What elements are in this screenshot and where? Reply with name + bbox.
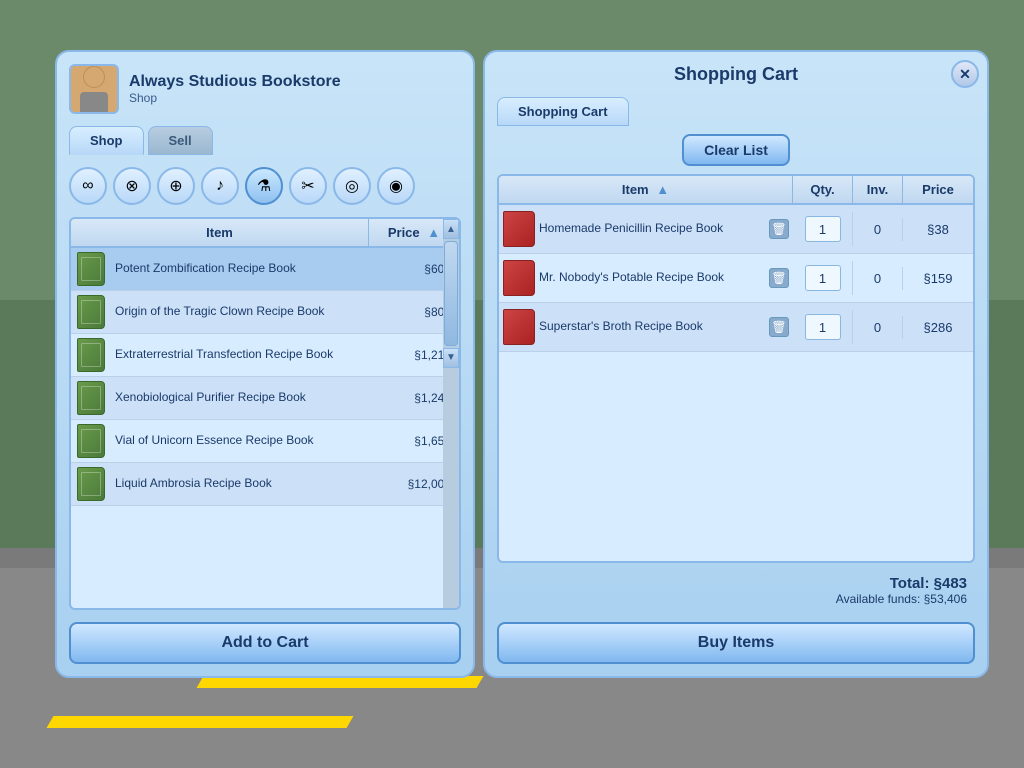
potion-icon[interactable]: ⊕: [157, 167, 195, 205]
table-row: Mr. Nobody's Potable Recipe Book 🗑 0 §15…: [499, 254, 973, 303]
cart-price-cell: §286: [903, 316, 973, 339]
cart-item-cell: Mr. Nobody's Potable Recipe Book 🗑: [499, 254, 793, 302]
tab-shop[interactable]: Shop: [69, 126, 144, 155]
cart-item-name: Superstar's Broth Recipe Book: [539, 319, 765, 335]
store-type: Shop: [129, 91, 461, 105]
book-icon: [77, 338, 105, 372]
tab-sell[interactable]: Sell: [148, 126, 213, 155]
store-header: Always Studious Bookstore Shop: [69, 64, 461, 114]
ring-icon[interactable]: ◎: [333, 167, 371, 205]
book-icon: [77, 295, 105, 329]
table-row[interactable]: Extraterrestrial Transfection Recipe Boo…: [71, 334, 459, 377]
shop-panel: Always Studious Bookstore Shop Shop Sell…: [55, 50, 475, 678]
item-name: Vial of Unicorn Essence Recipe Book: [111, 427, 369, 455]
cart-item-name: Homemade Penicillin Recipe Book: [539, 221, 765, 237]
tab-bar: Shop Sell: [69, 126, 461, 155]
total-label: Total: §483: [505, 575, 967, 592]
tool-icon[interactable]: ✂: [289, 167, 327, 205]
col-item-header: Item: [71, 219, 369, 246]
book-icon: [77, 467, 105, 501]
delete-item-button[interactable]: 🗑: [769, 219, 789, 239]
cart-header: Item ▲ Qty. Inv. Price: [499, 176, 973, 205]
book-icon: [77, 424, 105, 458]
cart-book-icon: [503, 309, 535, 345]
table-row[interactable]: Xenobiological Purifier Recipe Book §1,2…: [71, 377, 459, 420]
cart-col-price-header: Price: [903, 176, 973, 203]
tab-shopping-cart[interactable]: Shopping Cart: [497, 97, 629, 126]
delete-item-button[interactable]: 🗑: [769, 268, 789, 288]
cart-col-item-header: Item ▲: [499, 176, 793, 203]
item-name: Xenobiological Purifier Recipe Book: [111, 384, 369, 412]
item-name: Origin of the Tragic Clown Recipe Book: [111, 298, 369, 326]
store-info: Always Studious Bookstore Shop: [129, 73, 461, 105]
cart-inv-cell: 0: [853, 218, 903, 241]
table-row[interactable]: Origin of the Tragic Clown Recipe Book §…: [71, 291, 459, 334]
item-name: Extraterrestrial Transfection Recipe Boo…: [111, 341, 369, 369]
cart-col-qty-header: Qty.: [793, 176, 853, 203]
music-icon[interactable]: ♪: [201, 167, 239, 205]
connections-icon[interactable]: ⊗: [113, 167, 151, 205]
buy-items-button[interactable]: Buy Items: [497, 622, 975, 664]
item-list-body: Potent Zombification Recipe Book §607 Or…: [71, 248, 459, 506]
add-to-cart-button[interactable]: Add to Cart: [69, 622, 461, 664]
cart-qty-cell: [793, 310, 853, 344]
scrollbar[interactable]: ▲ ▼: [443, 219, 459, 608]
cart-item-cell: Homemade Penicillin Recipe Book 🗑: [499, 205, 793, 253]
cart-inv-cell: 0: [853, 267, 903, 290]
quantity-input[interactable]: [805, 314, 841, 340]
store-name: Always Studious Bookstore: [129, 73, 461, 91]
cart-item-cell: Superstar's Broth Recipe Book 🗑: [499, 303, 793, 351]
cart-qty-cell: [793, 212, 853, 246]
shopping-cart-panel: Shopping Cart ✕ Shopping Cart Clear List…: [483, 50, 989, 678]
item-name: Liquid Ambrosia Recipe Book: [111, 470, 369, 498]
book-icon: [77, 252, 105, 286]
table-row[interactable]: Potent Zombification Recipe Book §607: [71, 248, 459, 291]
scroll-thumb[interactable]: [444, 241, 458, 346]
cart-book-icon: [503, 260, 535, 296]
close-button[interactable]: ✕: [951, 60, 979, 88]
shopping-cart-tab[interactable]: Shopping Cart: [497, 97, 975, 126]
item-list-container: Item Price ▲ Potent Zombification Recipe…: [69, 217, 461, 610]
cart-qty-cell: [793, 261, 853, 295]
avatar: [69, 64, 119, 114]
table-row[interactable]: Liquid Ambrosia Recipe Book §12,000: [71, 463, 459, 506]
table-row[interactable]: Vial of Unicorn Essence Recipe Book §1,6…: [71, 420, 459, 463]
cart-item-name: Mr. Nobody's Potable Recipe Book: [539, 270, 765, 286]
table-row: Superstar's Broth Recipe Book 🗑 0 §286: [499, 303, 973, 352]
totals-area: Total: §483 Available funds: §53,406: [497, 571, 975, 610]
panel-title: Shopping Cart: [497, 64, 975, 85]
cart-table-container: Item ▲ Qty. Inv. Price Homemade Penicill…: [497, 174, 975, 563]
item-name: Potent Zombification Recipe Book: [111, 255, 369, 283]
cart-col-inv-header: Inv.: [853, 176, 903, 203]
table-row: Homemade Penicillin Recipe Book 🗑 0 §38: [499, 205, 973, 254]
item-list-header: Item Price ▲: [71, 219, 459, 248]
book-icon: [77, 381, 105, 415]
cart-price-cell: §38: [903, 218, 973, 241]
available-funds: Available funds: §53,406: [505, 592, 967, 606]
scroll-down-button[interactable]: ▼: [443, 348, 459, 368]
sort-arrow-icon: ▲: [427, 225, 440, 240]
hat-icon[interactable]: ◉: [377, 167, 415, 205]
delete-item-button[interactable]: 🗑: [769, 317, 789, 337]
quantity-input[interactable]: [805, 216, 841, 242]
quantity-input[interactable]: [805, 265, 841, 291]
cart-price-cell: §159: [903, 267, 973, 290]
clear-list-button[interactable]: Clear List: [682, 134, 790, 166]
flask-icon[interactable]: ⚗: [245, 167, 283, 205]
cart-sort-arrow-icon: ▲: [656, 182, 669, 197]
scroll-up-button[interactable]: ▲: [443, 219, 459, 239]
cart-book-icon: [503, 211, 535, 247]
infinity-icon[interactable]: ∞: [69, 167, 107, 205]
icon-bar: ∞ ⊗ ⊕ ♪ ⚗ ✂ ◎ ◉: [69, 163, 461, 209]
cart-inv-cell: 0: [853, 316, 903, 339]
